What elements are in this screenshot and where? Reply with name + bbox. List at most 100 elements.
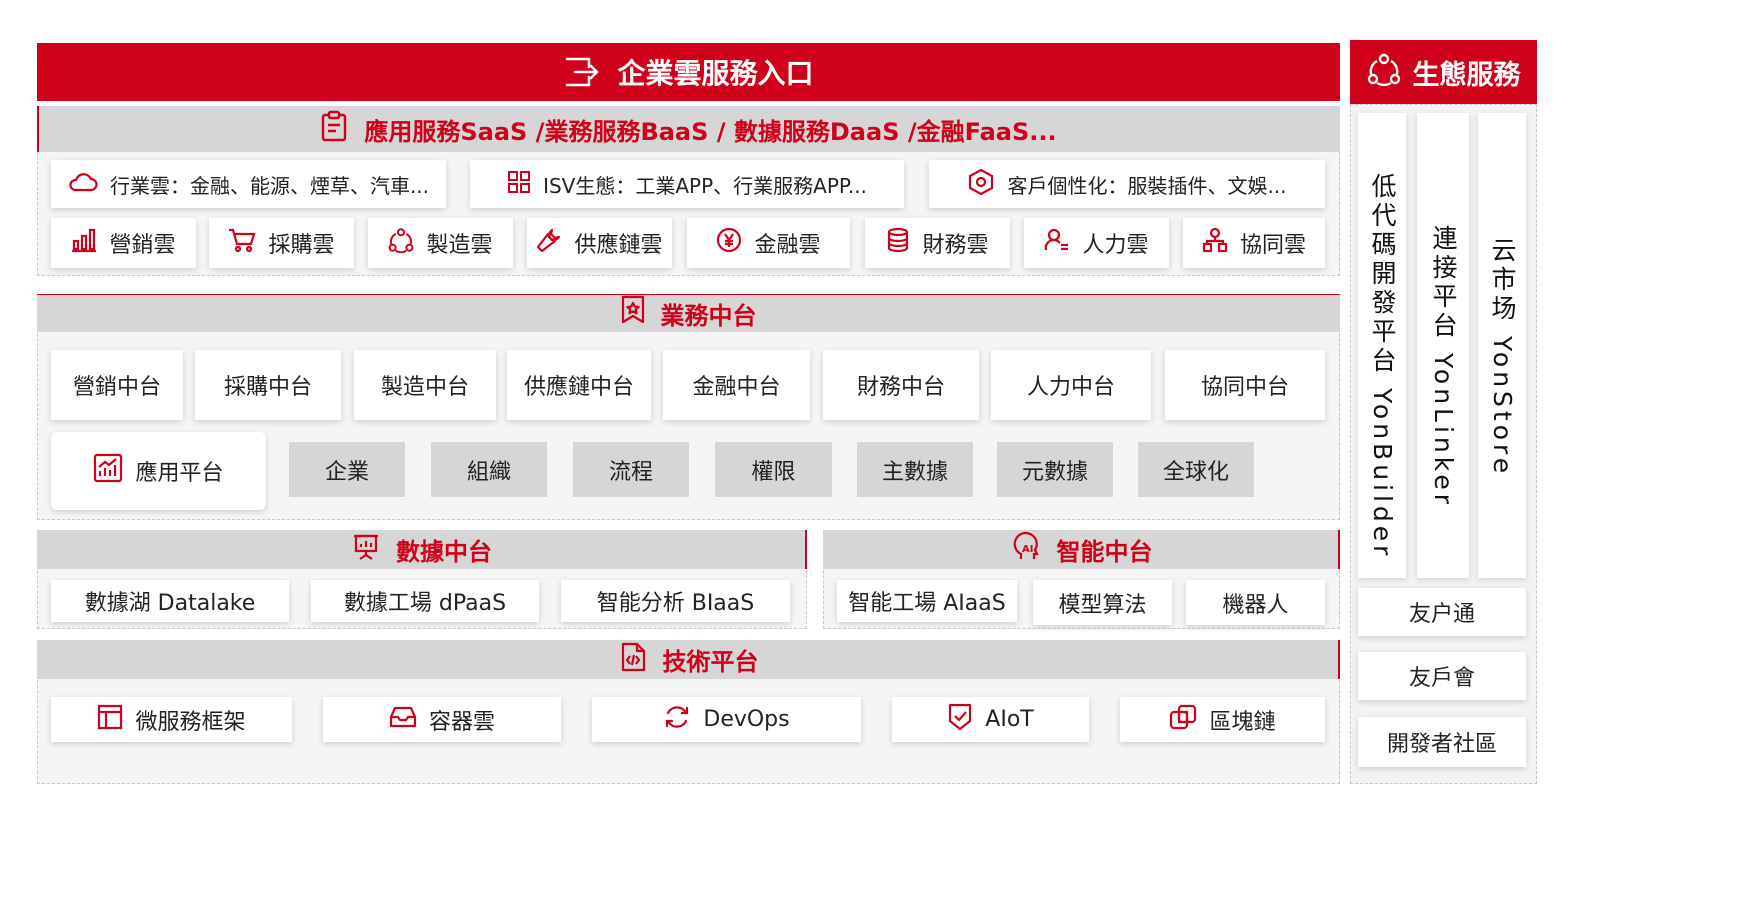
hexagon-icon bbox=[967, 168, 995, 201]
card-label: 製造雲 bbox=[426, 233, 493, 258]
yonstore-column[interactable]: 云市场 YonStore bbox=[1478, 113, 1526, 578]
tech-header-accent bbox=[1338, 640, 1340, 679]
container-cloud-card[interactable]: 容器雲 bbox=[323, 697, 561, 742]
card-label: 流程 bbox=[608, 459, 653, 485]
procurement-cloud-card[interactable]: 採購雲 bbox=[209, 218, 354, 268]
wrench-icon bbox=[536, 227, 562, 259]
svg-text:AI: AI bbox=[1022, 544, 1033, 555]
customer-personalization-card[interactable]: 客戶個性化：服裝插件、文娛... bbox=[929, 160, 1325, 208]
isv-ecosystem-label: ISV生態：工業APP、行業服務APP... bbox=[543, 173, 867, 198]
chart-up-icon bbox=[93, 453, 123, 489]
eco-item-label: 友戶會 bbox=[1408, 666, 1475, 691]
business-title: 業務中台 bbox=[660, 301, 757, 330]
manufacturing-cloud-card[interactable]: 製造雲 bbox=[368, 218, 513, 268]
finance-center-card[interactable]: 金融中台 bbox=[663, 350, 810, 420]
supply-chain-cloud-card[interactable]: 供應鏈雲 bbox=[527, 218, 672, 268]
globalization-card[interactable]: 全球化 bbox=[1138, 442, 1254, 497]
card-label: DevOps bbox=[703, 707, 790, 732]
badge-icon bbox=[621, 295, 645, 331]
customer-personalization-label: 客戶個性化：服裝插件、文娛... bbox=[1007, 173, 1287, 198]
supply-chain-center-card[interactable]: 供應鏈中台 bbox=[507, 350, 651, 420]
aiot-card[interactable]: AIoT bbox=[892, 697, 1089, 742]
card-label: 金融雲 bbox=[754, 233, 821, 258]
eco-item-yhtong[interactable]: 友户通 bbox=[1358, 588, 1526, 636]
cloud-icon bbox=[68, 171, 98, 198]
saas-header: 應用服務SaaS /業務服務BaaS / 數據服務DaaS /金融FaaS... bbox=[37, 106, 1340, 152]
hr-center-card[interactable]: 人力中台 bbox=[991, 350, 1151, 420]
master-data-card[interactable]: 主數據 bbox=[857, 442, 973, 497]
shield-check-icon bbox=[947, 703, 973, 737]
hr-cloud-card[interactable]: 人力雲 bbox=[1024, 218, 1169, 268]
aiaas-card[interactable]: 智能工場 AIaaS bbox=[837, 580, 1017, 622]
enterprise-cloud-banner: 企業雲服務入口 bbox=[37, 43, 1340, 101]
industry-cloud-card[interactable]: 行業雲：金融、能源、煙草、汽車... bbox=[51, 160, 446, 208]
card-label: 人力雲 bbox=[1082, 233, 1149, 258]
accounting-cloud-card[interactable]: 財務雲 bbox=[865, 218, 1010, 268]
tray-icon bbox=[389, 705, 417, 735]
card-label: 企業 bbox=[324, 459, 369, 485]
card-label: 區塊鏈 bbox=[1209, 709, 1276, 735]
manufacturing-center-card[interactable]: 製造中台 bbox=[354, 350, 496, 420]
card-label: 元數據 bbox=[1021, 459, 1088, 485]
eco-item-label: 友户通 bbox=[1408, 602, 1475, 627]
industry-cloud-label: 行業雲：金融、能源、煙草、汽車... bbox=[109, 173, 430, 198]
tech-title: 技術平台 bbox=[662, 648, 759, 676]
card-label: 權限 bbox=[751, 459, 796, 485]
business-accent-line bbox=[37, 294, 1340, 295]
card-label: 營銷雲 bbox=[109, 233, 176, 258]
dpaas-card[interactable]: 數據工場 dPaaS bbox=[311, 580, 539, 622]
collaboration-center-card[interactable]: 協同中台 bbox=[1165, 350, 1325, 420]
ecosystem-header: 生態服務 bbox=[1350, 40, 1537, 104]
exit-door-icon bbox=[563, 55, 599, 89]
accounting-center-card[interactable]: 財務中台 bbox=[823, 350, 979, 420]
card-label: 財務中台 bbox=[856, 375, 945, 400]
isv-ecosystem-card[interactable]: ISV生態：工業APP、行業服務APP... bbox=[470, 160, 904, 208]
ai-title: 智能中台 bbox=[1056, 538, 1153, 566]
card-label: 容器雲 bbox=[428, 709, 495, 735]
marketing-cloud-card[interactable]: 營銷雲 bbox=[51, 218, 196, 268]
eco-item-yhhui[interactable]: 友戶會 bbox=[1358, 652, 1526, 700]
ecosystem-title: 生態服務 bbox=[1412, 59, 1521, 91]
org-chart-icon bbox=[1202, 227, 1228, 259]
collaboration-cloud-card[interactable]: 協同雲 bbox=[1183, 218, 1325, 268]
procurement-center-card[interactable]: 採購中台 bbox=[195, 350, 341, 420]
yonlinker-column[interactable]: 連接平台 YonLinker bbox=[1417, 113, 1469, 578]
process-card[interactable]: 流程 bbox=[573, 442, 689, 497]
ai-header-accent bbox=[1338, 530, 1340, 569]
marketing-center-card[interactable]: 營銷中台 bbox=[51, 350, 183, 420]
card-label: 微服務框架 bbox=[135, 709, 246, 735]
saas-header-accent bbox=[37, 106, 39, 152]
datalake-card[interactable]: 數據湖 Datalake bbox=[51, 580, 289, 622]
card-label: 供應鏈雲 bbox=[574, 233, 663, 258]
blockchain-card[interactable]: 區塊鏈 bbox=[1120, 697, 1325, 742]
enterprise-card[interactable]: 企業 bbox=[289, 442, 405, 497]
app-platform-card[interactable]: 應用平台 bbox=[51, 432, 266, 510]
eco-item-developer-community[interactable]: 開發者社區 bbox=[1358, 717, 1526, 767]
card-label: 採購中台 bbox=[223, 375, 312, 400]
yonbuilder-column[interactable]: 低代碼開發平台 YonBuilder bbox=[1358, 113, 1406, 578]
model-algorithm-card[interactable]: 模型算法 bbox=[1033, 580, 1172, 625]
microservice-card[interactable]: 微服務框架 bbox=[51, 697, 292, 742]
card-label: 協同雲 bbox=[1239, 233, 1306, 258]
card-label: 營銷中台 bbox=[72, 375, 161, 400]
card-label: 智能工場 AIaaS bbox=[848, 591, 1006, 616]
biaas-card[interactable]: 智能分析 BIaaS bbox=[561, 580, 790, 622]
permission-card[interactable]: 權限 bbox=[715, 442, 832, 497]
user-list-icon bbox=[1044, 227, 1070, 259]
card-label: 智能分析 BIaaS bbox=[596, 591, 755, 616]
network-nodes-icon bbox=[1367, 52, 1401, 93]
card-label: 金融中台 bbox=[692, 375, 781, 400]
business-header: 業務中台 bbox=[37, 294, 1340, 332]
app-platform-label: 應用平台 bbox=[135, 461, 224, 486]
organization-card[interactable]: 組織 bbox=[431, 442, 547, 497]
metadata-card[interactable]: 元數據 bbox=[997, 442, 1113, 497]
finance-cloud-card[interactable]: 金融雲 bbox=[687, 218, 850, 268]
ai-header: AI 智能中台 bbox=[823, 530, 1340, 569]
card-label: 全球化 bbox=[1162, 459, 1229, 485]
robot-card[interactable]: 機器人 bbox=[1186, 580, 1325, 625]
banner-title: 企業雲服務入口 bbox=[617, 57, 814, 90]
eco-item-label: 開發者社區 bbox=[1386, 732, 1497, 757]
refresh-icon bbox=[663, 703, 691, 737]
card-label: 財務雲 bbox=[922, 233, 989, 258]
devops-card[interactable]: DevOps bbox=[592, 697, 861, 742]
